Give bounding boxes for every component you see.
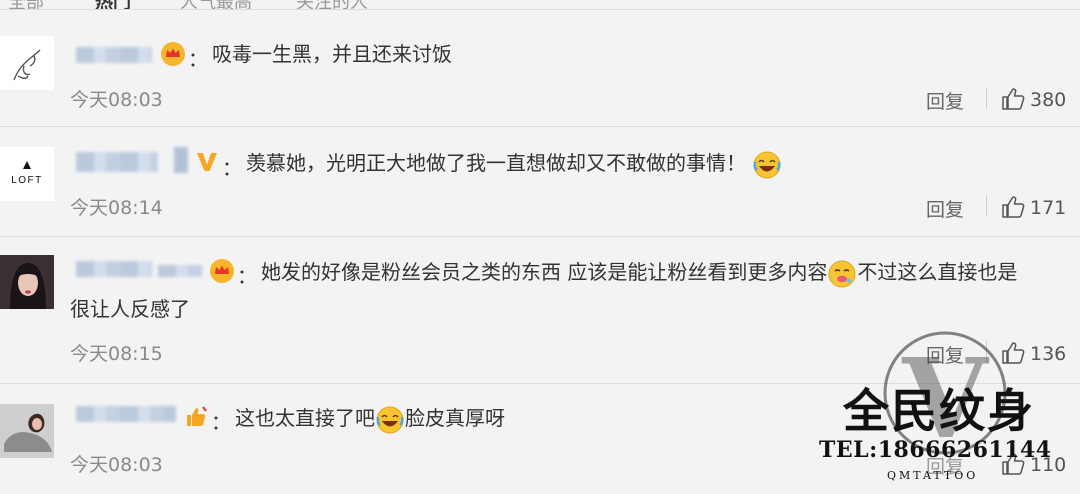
loft-logo-text: LOFT <box>11 175 43 186</box>
reply-button[interactable]: 回复 <box>926 341 964 368</box>
comment-time: 今天08:15 <box>70 343 163 365</box>
comment-tab-bar: 全部 热门 人气最高 关注的人 <box>0 0 1080 10</box>
comment-text-body: 不过这么直接也是 <box>857 260 1018 284</box>
comment-text-body: 羡慕她，光明正大地做了我一直想做却又不敢做的事情！ <box>246 151 746 175</box>
tab-all[interactable]: 全部 <box>8 0 44 9</box>
username-blurred[interactable] <box>76 47 152 63</box>
cat-avatar-icon <box>0 404 54 458</box>
drooling-emoji-icon <box>828 260 856 287</box>
crown-icon <box>210 259 234 283</box>
comment-item: ： 她发的好像是粉丝会员之类的东西 应该是能让粉丝看到更多内容 不过这么直接也是… <box>0 237 1080 384</box>
tab-following[interactable]: 关注的人 <box>296 0 368 9</box>
comment-colon: ： <box>211 410 231 434</box>
comment-text-line2: 很让人反感了 <box>70 297 190 321</box>
sketch-avatar-icon <box>13 49 41 81</box>
laugh-cry-emoji-icon <box>376 406 404 433</box>
portrait-avatar-icon <box>0 255 54 309</box>
username-blurred[interactable] <box>158 265 202 277</box>
thumbs-up-icon[interactable] <box>1000 194 1026 220</box>
reply-button[interactable]: 回复 <box>926 452 964 479</box>
v-icon <box>197 153 217 171</box>
avatar[interactable]: LOFT <box>0 147 54 201</box>
comment-colon: ： <box>188 47 208 71</box>
tab-popular[interactable]: 人气最高 <box>180 0 252 9</box>
avatar[interactable] <box>0 36 54 90</box>
avatar[interactable] <box>0 404 54 458</box>
comment-colon: ： <box>237 264 257 288</box>
like-count: 380 <box>1030 89 1067 111</box>
loft-logo-icon: LOFT <box>11 161 43 186</box>
thumbs-up-icon[interactable] <box>1000 340 1026 366</box>
comment-text-body: 她发的好像是粉丝会员之类的东西 应该是能让粉丝看到更多内容 <box>261 260 828 284</box>
comment-time: 今天08:03 <box>70 454 163 476</box>
comment-text: 这也太直接了吧 脸皮真厚呀 <box>235 402 505 435</box>
crown-icon <box>161 42 185 66</box>
thumbs-up-icon[interactable] <box>1000 86 1026 112</box>
comment-text: 羡慕她，光明正大地做了我一直想做却又不敢做的事情！ <box>246 147 782 180</box>
divider <box>986 87 987 109</box>
username-blurred[interactable] <box>76 406 176 422</box>
comment-time: 今天08:14 <box>70 197 163 219</box>
username-blurred[interactable] <box>76 152 158 172</box>
like-count: 136 <box>1030 343 1067 365</box>
like-count: 171 <box>1030 197 1067 219</box>
comment-item: ： 这也太直接了吧 脸皮真厚呀 今天08:03 回复 110 <box>0 384 1080 494</box>
comment-text: 她发的好像是粉丝会员之类的东西 应该是能让粉丝看到更多内容 不过这么直接也是 <box>261 256 1017 289</box>
reply-button[interactable]: 回复 <box>926 87 964 114</box>
thumbs-up-icon[interactable] <box>1000 451 1026 477</box>
comment-text: 吸毒一生黑，并且还来讨饭 <box>212 42 452 66</box>
tab-hot[interactable]: 热门 <box>95 0 131 9</box>
comment-text-body: 这也太直接了吧 <box>235 406 375 430</box>
like-count: 110 <box>1030 454 1067 476</box>
comment-colon: ： <box>222 156 242 180</box>
username-blurred[interactable] <box>76 261 152 277</box>
comment-text-body: 脸皮真厚呀 <box>405 406 505 430</box>
avatar[interactable] <box>0 255 54 309</box>
comment-time: 今天08:03 <box>70 89 163 111</box>
thumb-badge-icon <box>187 406 207 426</box>
laugh-cry-emoji-icon <box>753 151 781 178</box>
username-blurred[interactable] <box>174 147 188 173</box>
reply-button[interactable]: 回复 <box>926 195 964 222</box>
comment-item: ： 吸毒一生黑，并且还来讨饭 今天08:03 回复 380 <box>0 11 1080 127</box>
comment-item: LOFT ： 羡慕她，光明正大地做了我一直想做却又不敢做的事情！ 今天08:14… <box>0 127 1080 237</box>
divider <box>986 341 987 363</box>
divider <box>986 195 987 217</box>
